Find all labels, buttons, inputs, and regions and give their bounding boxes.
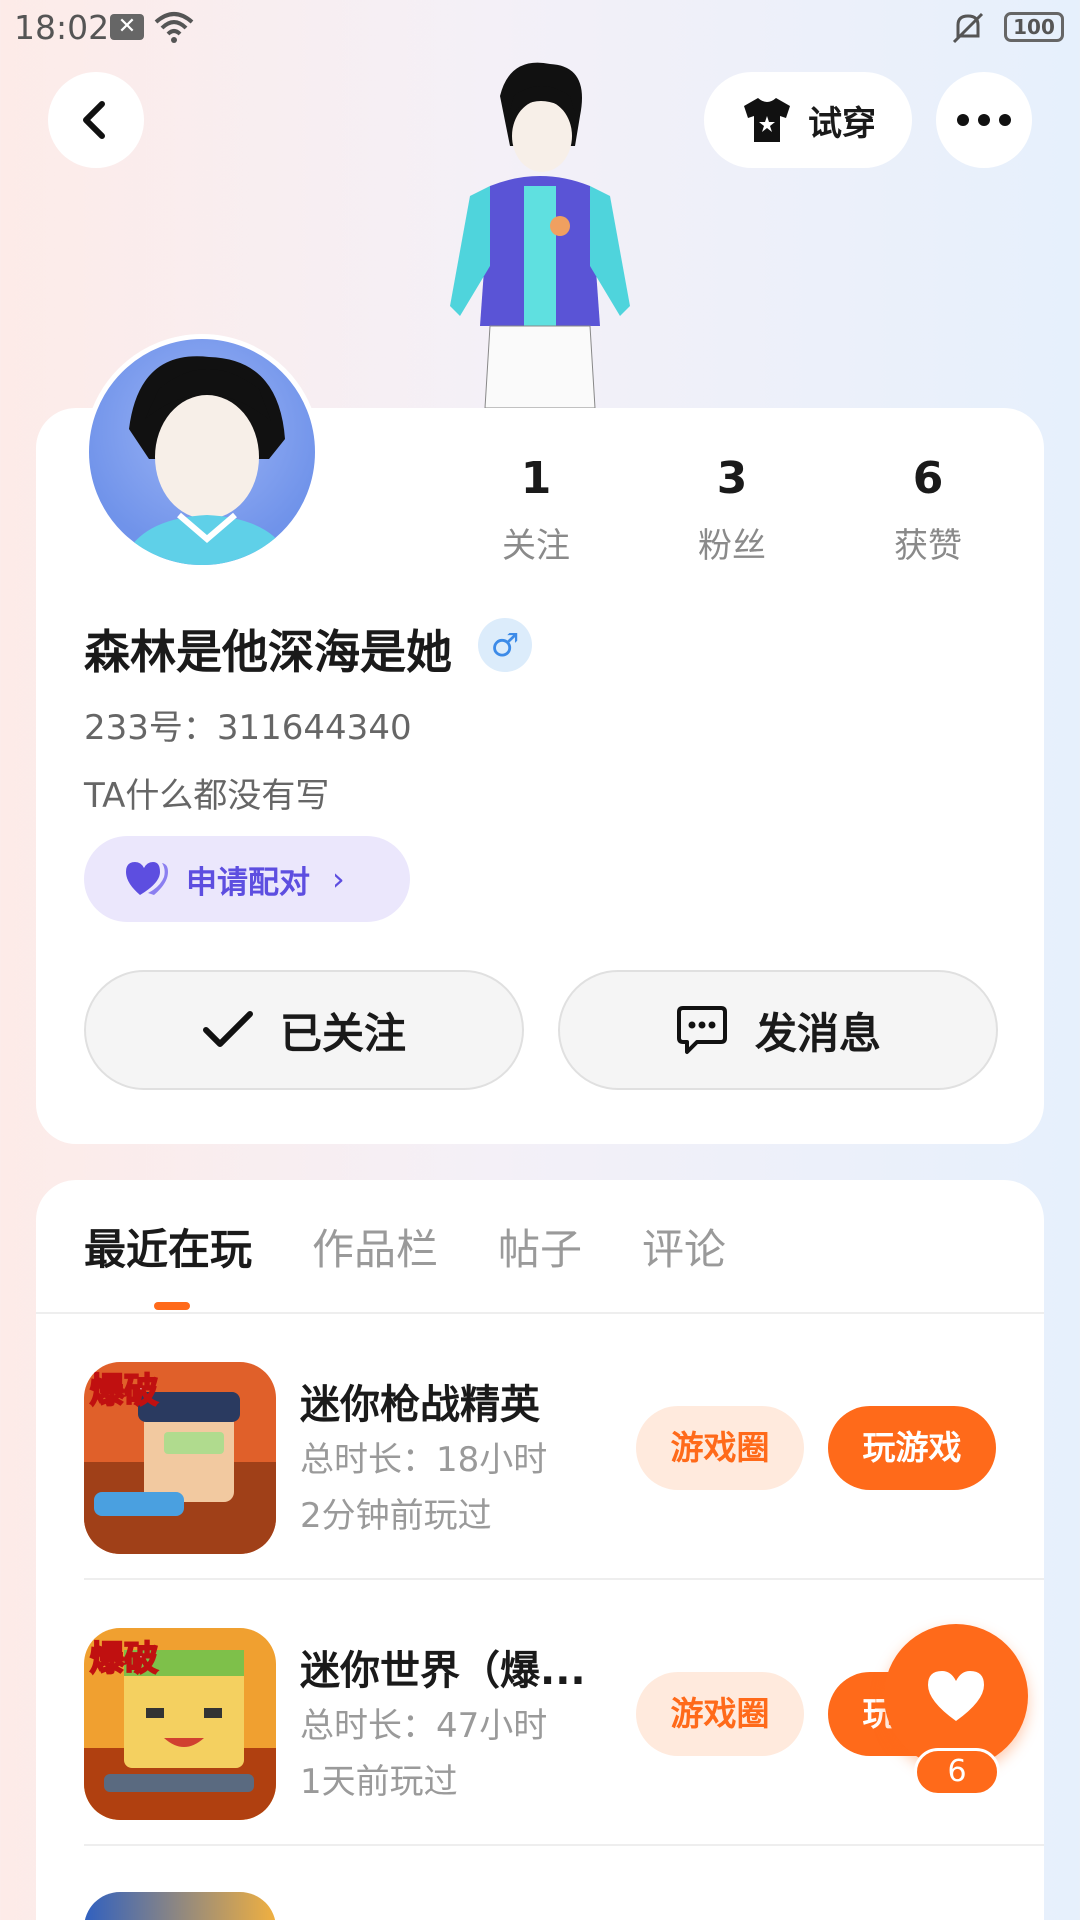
heart-pair-icon	[126, 862, 168, 895]
stat-following[interactable]: 1 关注	[438, 452, 634, 572]
battery-indicator: 100	[1004, 12, 1064, 42]
game-icon[interactable]: 爆破	[84, 1362, 276, 1554]
chat-bubble-icon	[676, 1006, 727, 1054]
stat-number: 6	[912, 453, 944, 504]
back-button[interactable]	[48, 72, 144, 168]
like-count-badge: 6	[914, 1748, 1000, 1796]
game-duration: 总时长：47小时	[300, 1706, 548, 1746]
stat-label: 粉丝	[698, 526, 766, 566]
status-bar: 18:02 ✕ 100	[0, 0, 1080, 56]
stat-number: 1	[520, 453, 552, 504]
heart-icon	[928, 1671, 984, 1721]
send-message-button[interactable]: 发消息	[558, 970, 998, 1090]
game-circle-button[interactable]: 游戏圈	[636, 1406, 804, 1490]
active-tab-indicator	[154, 1302, 190, 1310]
tab-comments[interactable]: 评论	[642, 1216, 726, 1277]
try-on-label: 试穿	[808, 103, 876, 144]
wifi-icon	[154, 12, 194, 43]
game-shooter-art: 爆破	[84, 1362, 276, 1554]
avatar-portrait	[121, 356, 293, 565]
status-time: 18:02	[14, 8, 110, 47]
stat-fans[interactable]: 3 粉丝	[634, 452, 830, 572]
tab-works[interactable]: 作品栏	[312, 1216, 438, 1277]
stat-number: 3	[716, 453, 748, 504]
divider	[84, 1844, 1044, 1846]
tab-recently-played[interactable]: 最近在玩	[84, 1216, 252, 1277]
play-game-button[interactable]: 玩游戏	[828, 1406, 996, 1490]
followed-button[interactable]: 已关注	[84, 970, 524, 1090]
user-name: 森林是他深海是她	[84, 625, 452, 679]
svg-text:爆破: 爆破	[90, 1371, 158, 1411]
stat-likes[interactable]: 6 获赞	[830, 452, 1026, 572]
stats-row: 1 关注 3 粉丝 6 获赞	[438, 452, 1026, 572]
check-icon	[202, 1011, 253, 1047]
more-dots-icon	[957, 114, 1011, 126]
game-icon-partial[interactable]	[84, 1892, 276, 1920]
more-button[interactable]	[936, 72, 1032, 168]
tab-bar: 最近在玩 作品栏 帖子 评论	[84, 1216, 726, 1277]
no-sim-icon: ✕	[110, 14, 144, 40]
game-circle-button[interactable]: 游戏圈	[636, 1672, 804, 1756]
user-bio: TA什么都没有写	[84, 776, 330, 816]
male-gender-icon: ♂	[478, 618, 532, 672]
try-on-button[interactable]: 试穿	[704, 72, 912, 168]
stat-label: 获赞	[894, 526, 962, 566]
game-icon[interactable]: 爆破	[84, 1628, 276, 1820]
apply-pair-label: 申请配对	[186, 864, 310, 901]
like-button[interactable]	[884, 1624, 1028, 1768]
avatar-3d-figure[interactable]	[430, 56, 650, 408]
send-message-label: 发消息	[754, 1008, 881, 1058]
svg-text:爆破: 爆破	[90, 1639, 158, 1679]
chevron-left-icon	[83, 101, 105, 139]
apply-pair-button[interactable]: 申请配对 ›	[84, 836, 410, 922]
tshirt-icon	[744, 98, 790, 142]
followed-label: 已关注	[279, 1008, 406, 1058]
stat-label: 关注	[502, 526, 570, 566]
mute-bell-icon	[952, 12, 984, 44]
game-last-played: 2分钟前玩过	[300, 1496, 492, 1536]
game-duration: 总时长：18小时	[300, 1440, 548, 1480]
list-item[interactable]: 爆破 迷你枪战精英 总时长：18小时 2分钟前玩过 游戏圈 玩游戏	[36, 1314, 1044, 1580]
user-id: 233号：311644340	[84, 708, 412, 748]
game-last-played: 1天前玩过	[300, 1762, 458, 1802]
avatar[interactable]	[84, 334, 320, 570]
chevron-right-icon: ›	[332, 860, 345, 898]
tab-posts[interactable]: 帖子	[498, 1216, 582, 1277]
game-title: 迷你枪战精英	[300, 1382, 540, 1428]
game-block-art: 爆破	[84, 1628, 276, 1820]
game-title: 迷你世界（爆...	[300, 1648, 586, 1694]
